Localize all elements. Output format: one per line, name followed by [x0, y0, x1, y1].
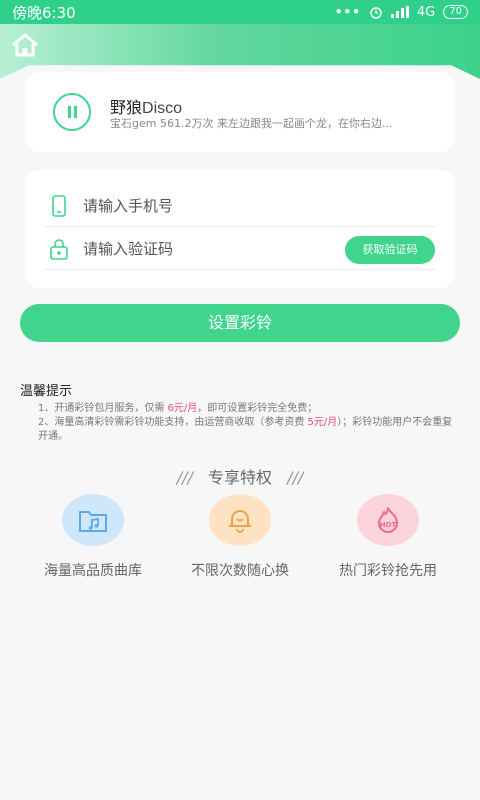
status-time: 傍晚6:30 — [12, 3, 76, 22]
get-code-button[interactable]: 获取验证码 — [345, 236, 435, 264]
pause-icon[interactable] — [53, 93, 91, 131]
tip1-text-post: ，即可设置彩铃完全免费； — [197, 403, 318, 414]
feature-music-library: 海量高品质曲库 — [23, 494, 163, 580]
phone-input[interactable] — [83, 193, 333, 219]
music-folder-icon — [79, 511, 107, 532]
tip1-text-pre: 1、开通彩铃包月服务，仅需 — [38, 403, 168, 414]
header — [0, 24, 480, 79]
privileges-title: /// 专享特权 /// — [0, 464, 480, 488]
code-input[interactable] — [83, 236, 333, 262]
privileges-title-text: 专享特权 — [207, 468, 272, 487]
feature-label: 海量高品质曲库 — [44, 563, 142, 579]
hot-icon: HOT — [378, 507, 398, 533]
song-subtitle: 宝石gem 561.2万次 来左边跟我一起画个龙，在你右边... — [110, 117, 393, 130]
battery-icon: 70 — [443, 5, 468, 19]
home-icon[interactable] — [10, 32, 40, 58]
feature-unlimited-change: 不限次数随心换 — [170, 494, 310, 580]
svg-text:HOT: HOT — [380, 521, 397, 529]
phone-form: 获取验证码 — [25, 170, 455, 288]
status-icons: ••• 4G 70 — [335, 5, 468, 20]
code-row: 获取验证码 — [45, 228, 435, 270]
phone-icon — [52, 195, 66, 217]
feature-circle: HOT — [357, 494, 419, 546]
network-type: 4G — [416, 4, 436, 20]
tip2-price: 5元/月 — [307, 417, 338, 428]
feature-label: 不限次数随心换 — [191, 563, 289, 579]
status-bar: 傍晚6:30 ••• 4G 70 — [0, 0, 480, 24]
bell-icon — [229, 510, 251, 533]
tip-line-2: 2、海量高清彩铃需彩铃功能支持，由运营商收取（参考资费 5元/月）；彩铃功能用户… — [38, 416, 458, 444]
player-card: 野狼Disco 宝石gem 561.2万次 来左边跟我一起画个龙，在你右边... — [25, 72, 455, 152]
slash-right: /// — [287, 468, 304, 487]
signal-icon — [390, 6, 409, 18]
tip-line-1: 1、开通彩铃包月服务，仅需 6元/月，即可设置彩铃完全免费； — [38, 402, 458, 416]
set-ringtone-button[interactable]: 设置彩铃 — [20, 304, 460, 342]
tip2-text-pre: 2、海量高清彩铃需彩铃功能支持，由运营商收取（参考资费 — [38, 417, 308, 428]
feature-circle — [62, 494, 124, 546]
lock-icon — [50, 239, 68, 260]
feature-label: 热门彩铃抢先用 — [339, 563, 437, 579]
tips-title: 温馨提示 — [20, 384, 73, 399]
phone-row — [45, 185, 435, 227]
feature-circle — [209, 494, 271, 546]
tip1-price: 6元/月 — [167, 403, 198, 414]
feature-hot-ringtones: HOT 热门彩铃抢先用 — [318, 494, 458, 580]
slash-left: /// — [176, 468, 193, 487]
alarm-icon — [370, 7, 382, 19]
more-dots-icon: ••• — [334, 5, 361, 19]
